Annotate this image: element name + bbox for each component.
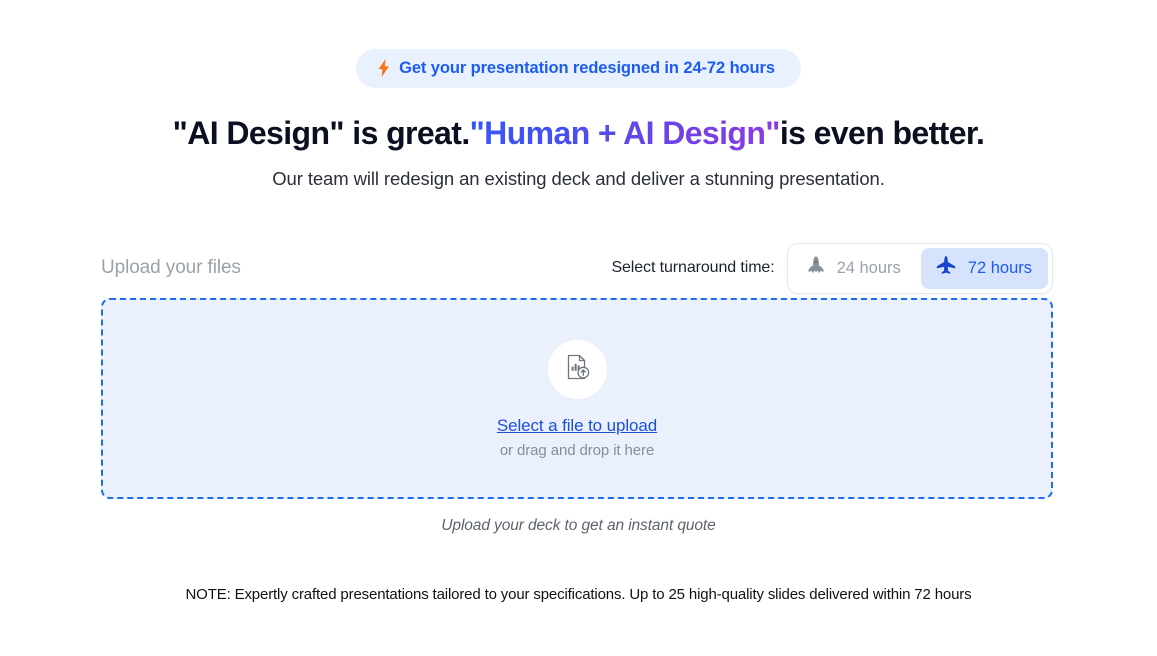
page-subtitle: Our team will redesign an existing deck … — [272, 168, 885, 189]
turnaround-option-72-hours[interactable]: 72 hours — [920, 247, 1048, 289]
footer-note: NOTE: Expertly crafted presentations tai… — [185, 586, 972, 603]
dropzone-hint: or drag and drop it here — [499, 441, 655, 459]
turnaround-option-24-hours-label: 24 hours — [836, 258, 901, 277]
turnaround-selector: Select turnaround time: 24 hours 72 hour… — [611, 242, 1053, 294]
turnaround-option-72-hours-label: 72 hours — [967, 258, 1032, 277]
file-dropzone[interactable]: Select a file to upload or drag and drop… — [101, 298, 1053, 499]
space-shuttle-icon — [805, 255, 827, 282]
lightning-bolt-icon — [378, 59, 390, 77]
uploader-header: Upload your files Select turnaround time… — [101, 242, 1053, 294]
headline-part-1: "AI Design" is great. — [172, 115, 471, 151]
uploader-section: Upload your files Select turnaround time… — [101, 242, 1053, 499]
instant-quote-note: Upload your deck to get an instant quote — [441, 517, 716, 534]
headline-part-2: is even better. — [779, 115, 985, 151]
page-root: Get your presentation redesigned in 24-7… — [0, 0, 1157, 656]
upload-icon-badge — [546, 338, 608, 400]
turnaround-option-24-hours[interactable]: 24 hours — [792, 248, 917, 289]
headline-highlight: "Human + AI Design" — [469, 115, 781, 151]
select-file-link[interactable]: Select a file to upload — [497, 416, 657, 436]
uploader-title: Upload your files — [101, 257, 241, 278]
fighter-jet-icon — [934, 255, 958, 282]
badge-row: Get your presentation redesigned in 24-7… — [0, 0, 1157, 88]
turnaround-toggle-group: 24 hours 72 hours — [786, 242, 1053, 294]
page-title: "AI Design" is great."Human + AI Design"… — [0, 88, 1157, 152]
promo-badge-text: Get your presentation redesigned in 24-7… — [399, 58, 775, 77]
promo-badge: Get your presentation redesigned in 24-7… — [356, 49, 801, 88]
turnaround-label: Select turnaround time: — [611, 259, 775, 276]
document-chart-upload-icon — [562, 352, 592, 387]
